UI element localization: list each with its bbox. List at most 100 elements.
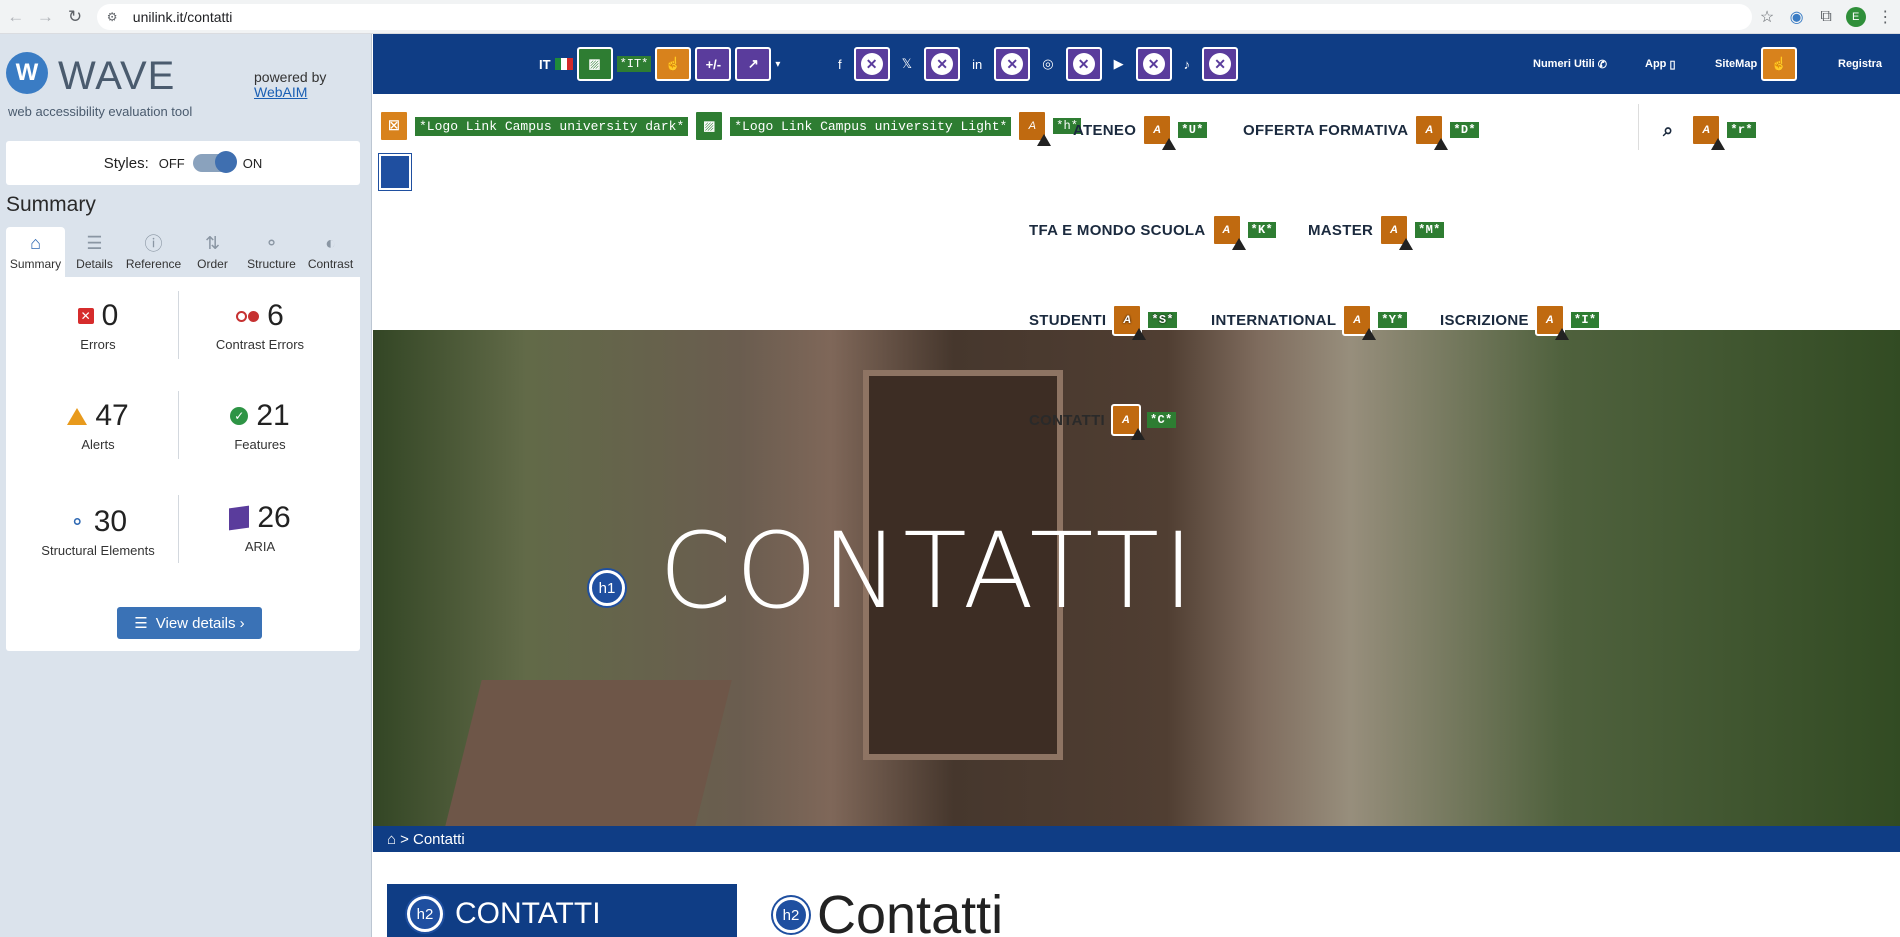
search-button[interactable]: ⌕ A *r* xyxy=(1663,114,1756,150)
aria-icon: ↗ xyxy=(735,47,772,81)
logo-row[interactable]: ☒ *Logo Link Campus university dark* ▨ *… xyxy=(379,110,1081,146)
youtube-icon[interactable]: ▶ xyxy=(1114,56,1124,72)
italy-flag-icon xyxy=(554,58,573,70)
webaim-link[interactable]: WebAIM xyxy=(254,84,307,100)
tiktok-icon[interactable]: ♪ xyxy=(1184,57,1191,72)
chevron-down-icon: ▾ xyxy=(775,58,781,70)
logo-light-alt: *Logo Link Campus university Light* xyxy=(730,116,1012,136)
view-details-button[interactable]: ☰ View details › xyxy=(117,607,262,639)
view-details-label: View details › xyxy=(155,614,245,632)
styles-off-label: OFF xyxy=(158,155,185,171)
app-label: App xyxy=(1645,58,1667,70)
menu-label: ATENEO xyxy=(1073,121,1137,139)
address-bar[interactable]: ⚙ unilink.it/contatti xyxy=(96,3,1753,30)
extensions-icon[interactable]: ⧉ xyxy=(1811,2,1841,32)
home-icon[interactable]: ⌂ xyxy=(387,831,396,848)
list-icon: ☰ xyxy=(134,615,148,632)
menu-label: ISCRIZIONE xyxy=(1440,311,1529,329)
error-icon: ✕ xyxy=(1135,47,1172,81)
profile-button[interactable]: E xyxy=(1841,2,1871,32)
h1-badge: h1 xyxy=(589,570,625,606)
image-feature-icon: ▨ xyxy=(576,47,613,81)
h1-icon: h1 xyxy=(589,570,625,606)
instagram-icon[interactable]: ◎ xyxy=(1042,56,1053,72)
access-key-tag: *S* xyxy=(1148,312,1177,328)
tab-order[interactable]: ⇅ Order xyxy=(183,227,242,277)
app-link[interactable]: App ▯ xyxy=(1645,34,1676,94)
features-stat[interactable]: ✓ 21 Features xyxy=(180,399,340,452)
sitemap-link[interactable]: SiteMap ☝ xyxy=(1715,34,1798,94)
styles-toggle[interactable] xyxy=(192,151,237,173)
access-key-tag: *Y* xyxy=(1378,312,1407,328)
tab-contrast[interactable]: ◐ Contrast xyxy=(301,227,360,277)
alert-icon: A xyxy=(1534,304,1569,340)
toggle-knob xyxy=(214,151,237,173)
menu-item-international[interactable]: INTERNATIONAL A *Y* xyxy=(1211,304,1407,340)
alert-icon: A xyxy=(1342,304,1377,340)
menu-item-contatti[interactable]: CONTATTI A *C* xyxy=(1029,404,1176,440)
menu-label: CONTATTI xyxy=(1029,411,1105,429)
alerts-stat[interactable]: 47 Alerts xyxy=(18,399,178,452)
contrast-icon: ◐ xyxy=(325,232,336,253)
menu-label: INTERNATIONAL xyxy=(1211,311,1337,329)
errors-stat[interactable]: ✕ 0 Errors xyxy=(18,299,178,352)
styles-label: Styles: xyxy=(103,154,149,172)
alert-icon: A xyxy=(1211,214,1246,250)
numeri-utili-link[interactable]: Numeri Utili ✆ xyxy=(1533,34,1607,94)
wave-tabs: ⌂ Summary ☰ Details ⓘ Reference ⇅ Order ⚬ Str… xyxy=(6,227,360,277)
aria-label: ARIA xyxy=(244,539,276,554)
contrast-errors-label: Contrast Errors xyxy=(215,337,305,352)
wave-logo-icon: W xyxy=(6,52,48,94)
breadcrumb-current: > Contatti xyxy=(400,830,465,848)
site-topbar: IT ▨ *IT* ☝ +/- ↗ ▾ f ✕ 𝕏 ✕ in ✕ ◎ ✕ ▶ ✕ ♪ ✕ N… xyxy=(373,34,1900,94)
alert-icon: ☝ xyxy=(655,47,692,81)
structural-stat[interactable]: ⚬ 30 Structural Elements xyxy=(18,505,178,558)
menu-item-studenti[interactable]: STUDENTI A *S* xyxy=(1029,304,1177,340)
h2-icon: h2 xyxy=(773,897,809,933)
reload-icon[interactable]: ↻ xyxy=(61,3,89,31)
menu-item-master[interactable]: MASTER A *M* xyxy=(1308,214,1444,250)
content-heading: Contatti xyxy=(817,885,1004,937)
access-key-tag: *U* xyxy=(1178,122,1207,138)
forward-icon[interactable]: → xyxy=(32,3,60,31)
wave-extension-icon[interactable]: ◉ xyxy=(1782,2,1812,32)
wave-subtitle: web accessibility evaluation tool xyxy=(8,104,193,119)
structural-label: Structural Elements xyxy=(41,543,155,558)
tab-summary[interactable]: ⌂ Summary xyxy=(6,227,65,277)
menu-item-offerta[interactable]: OFFERTA FORMATIVA A *D* xyxy=(1243,114,1479,150)
bookmark-star-icon[interactable]: ☆ xyxy=(1752,2,1782,32)
access-key-tag: *K* xyxy=(1247,222,1277,238)
divider xyxy=(178,495,179,563)
menu-toggle-icon[interactable] xyxy=(379,154,411,190)
contrast-errors-stat[interactable]: 6 Contrast Errors xyxy=(180,299,340,352)
tab-structure[interactable]: ⚬ Structure xyxy=(242,227,301,277)
wave-header: W WAVE web accessibility evaluation tool… xyxy=(0,34,371,128)
tab-reference[interactable]: ⓘ Reference xyxy=(124,227,183,277)
page-title: CONTATTI xyxy=(659,510,1198,632)
menu-item-iscrizione[interactable]: ISCRIZIONE A *I* xyxy=(1440,304,1600,340)
language-selector[interactable]: IT ▨ *IT* ☝ +/- ↗ ▾ xyxy=(539,34,780,94)
list-icon: ☰ xyxy=(86,232,103,253)
menu-item-tfa[interactable]: TFA E MONDO SCUOLA A *K* xyxy=(1029,214,1277,250)
menu-item-ateneo[interactable]: ATENEO A *U* xyxy=(1073,114,1207,150)
menu-kebab-icon[interactable]: ⋮ xyxy=(1870,2,1900,32)
website-viewport: IT ▨ *IT* ☝ +/- ↗ ▾ f ✕ 𝕏 ✕ in ✕ ◎ ✕ ▶ ✕ ♪ ✕ N… xyxy=(373,34,1900,937)
site-info-icon[interactable]: ⚙ xyxy=(107,9,123,25)
registra-link[interactable]: Registra xyxy=(1838,34,1882,94)
tab-details[interactable]: ☰ Details xyxy=(65,227,124,277)
social-links: f ✕ 𝕏 ✕ in ✕ ◎ ✕ ▶ ✕ ♪ ✕ xyxy=(838,34,1239,94)
structure-icon: ⚬ xyxy=(68,511,86,534)
url-text: unilink.it/contatti xyxy=(132,8,233,25)
linkedin-icon[interactable]: in xyxy=(972,57,982,72)
access-key-tag: *M* xyxy=(1415,222,1444,238)
alert-icon: A xyxy=(1691,114,1726,150)
alerts-count: 47 xyxy=(95,399,129,432)
h2-icon: h2 xyxy=(407,896,443,932)
facebook-icon[interactable]: f xyxy=(838,57,842,72)
tab-label: Details xyxy=(76,257,113,271)
wave-sidebar: W WAVE web accessibility evaluation tool… xyxy=(0,34,372,937)
x-icon[interactable]: 𝕏 xyxy=(902,56,912,72)
sitemap-label: SiteMap xyxy=(1715,58,1758,70)
aria-stat[interactable]: 26 ARIA xyxy=(180,501,340,554)
back-icon[interactable]: ← xyxy=(2,3,30,31)
